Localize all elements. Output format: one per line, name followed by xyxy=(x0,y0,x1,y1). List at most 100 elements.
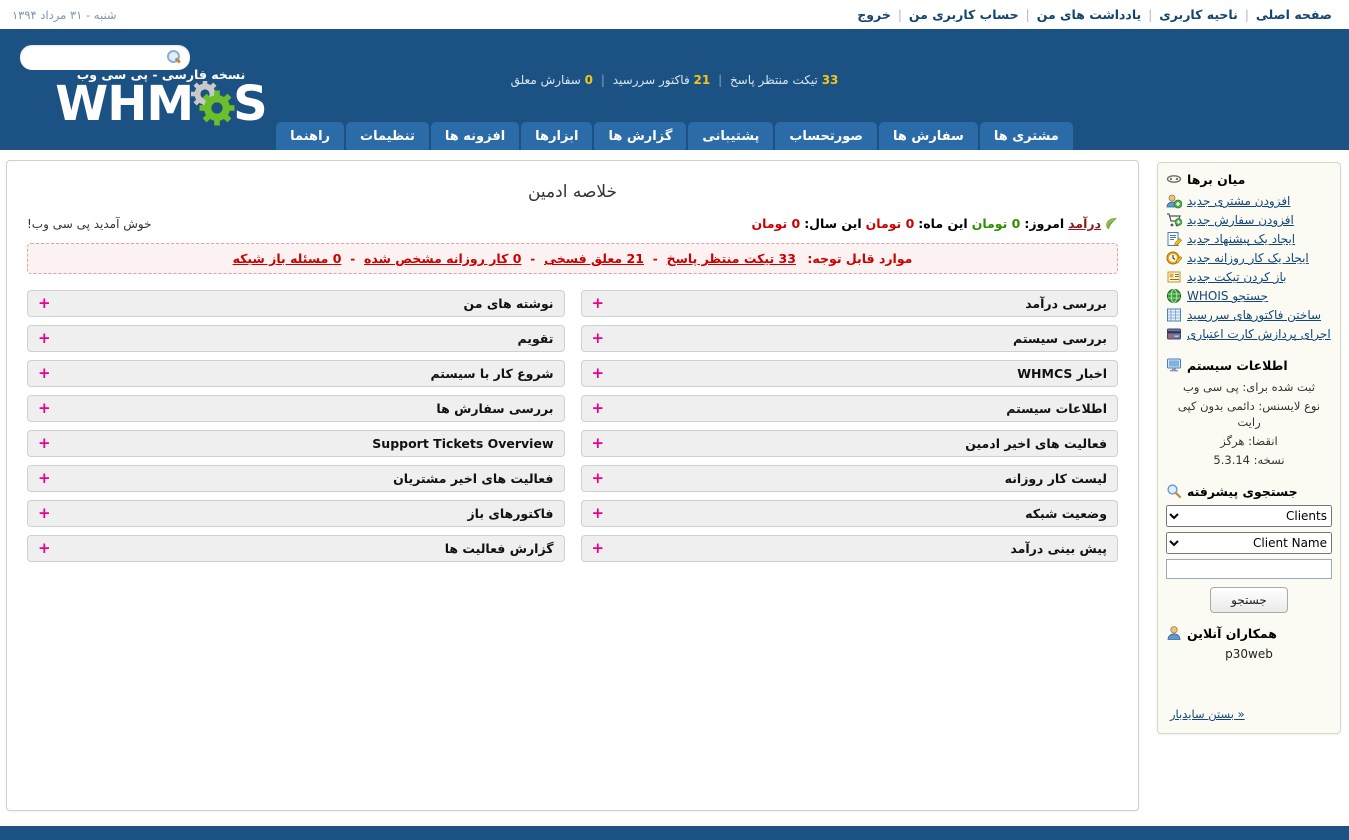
expand-icon[interactable]: + xyxy=(592,471,605,486)
expand-icon[interactable]: + xyxy=(38,436,51,451)
search-icon xyxy=(167,50,182,65)
search-field-select[interactable]: Client Name xyxy=(1166,532,1332,554)
widget-activity-report[interactable]: گزارش فعالیت ها + xyxy=(27,535,565,562)
list-item[interactable]: اجرای پردازش کارت اعتباری xyxy=(1166,326,1332,342)
advanced-search-actions: جستجو xyxy=(1166,587,1332,613)
expand-icon[interactable]: + xyxy=(38,471,51,486)
widget-network-status[interactable]: وضعیت شبکه + xyxy=(580,500,1118,527)
top-nav-separator: | xyxy=(1025,7,1030,22)
system-info-registered: ثبت شده برای: پی سی وب xyxy=(1183,380,1315,394)
widget-support-tickets-overview[interactable]: Support Tickets Overview + xyxy=(27,430,565,457)
sidebar-panel: میان برها افزودن مشتری جدید افزودن سفارش… xyxy=(1157,162,1341,734)
menu-item-orders[interactable]: سفارش ها xyxy=(878,122,978,150)
top-nav-client-area[interactable]: ناحیه کاربری xyxy=(1152,7,1245,22)
expand-icon[interactable]: + xyxy=(592,366,605,381)
site-header: 33 تیکت منتظر پاسخ | 21 فاکتور سررسید | … xyxy=(0,29,1349,128)
top-nav-separator: | xyxy=(1148,7,1153,22)
menu-item-support[interactable]: پشتیبانی xyxy=(688,122,774,150)
invoice-icon xyxy=(1166,307,1182,323)
widget-title: پیش بینی درآمد xyxy=(1010,541,1107,556)
widget-getting-started[interactable]: شروع کار با سیستم + xyxy=(27,360,565,387)
system-info-expiry: انقضا: هرگز xyxy=(1220,434,1278,448)
widget-recent-client-activity[interactable]: فعالیت های اخیر مشتریان + xyxy=(27,465,565,492)
sidebar: میان برها افزودن مشتری جدید افزودن سفارش… xyxy=(1149,150,1349,826)
top-nav-my-notes[interactable]: یادداشت های من xyxy=(1030,7,1149,22)
widget-calendar[interactable]: تقویم + xyxy=(27,325,565,352)
shortcut-add-client[interactable]: افزودن مشتری جدید xyxy=(1187,194,1290,208)
alert-item-todo[interactable]: 0 کار روزانه مشخص شده xyxy=(364,251,521,266)
expand-icon[interactable]: + xyxy=(592,401,605,416)
widget-title: Support Tickets Overview xyxy=(372,436,554,451)
expand-icon[interactable]: + xyxy=(38,331,51,346)
logo-wordmark: WHM S xyxy=(16,80,306,128)
menu-item-clients[interactable]: مشتری ها xyxy=(979,122,1073,150)
menu-item-addons[interactable]: افزونه ها xyxy=(430,122,520,150)
widget-income-overview[interactable]: بررسی درآمد + xyxy=(580,290,1118,317)
widgets-grid: بررسی درآمد + بررسی سیستم + اخبار WHMCS … xyxy=(27,290,1118,570)
top-nav-separator: | xyxy=(1244,7,1249,22)
expand-icon[interactable]: + xyxy=(592,331,605,346)
leaf-icon xyxy=(1105,217,1118,230)
advanced-search-input[interactable] xyxy=(1166,559,1332,579)
top-strip: صفحه اصلی | ناحیه کاربری | یادداشت های م… xyxy=(0,0,1349,29)
list-item[interactable]: جستجو WHOIS xyxy=(1166,288,1332,304)
shortcut-whois-lookup[interactable]: جستجو WHOIS xyxy=(1187,289,1268,303)
clock-icon xyxy=(1166,250,1182,266)
list-item[interactable]: ساختن فاکتورهای سررسید xyxy=(1166,307,1332,323)
top-nav-home[interactable]: صفحه اصلی xyxy=(1249,7,1339,22)
revenue-year-value: 0 تومان xyxy=(751,216,801,231)
search-button[interactable]: جستجو xyxy=(1210,587,1288,613)
shortcut-create-quote[interactable]: ایجاد یک پیشنهاد جدید xyxy=(1187,232,1295,246)
widget-orders-overview[interactable]: بررسی سفارش ها + xyxy=(27,395,565,422)
widget-open-invoices[interactable]: فاکتورهای باز + xyxy=(27,500,565,527)
expand-icon[interactable]: + xyxy=(38,541,51,556)
page-body: میان برها افزودن مشتری جدید افزودن سفارش… xyxy=(0,150,1349,826)
widget-title: گزارش فعالیت ها xyxy=(444,541,554,556)
revenue-link[interactable]: درآمد xyxy=(1068,216,1101,231)
expand-icon[interactable]: + xyxy=(38,366,51,381)
menu-item-setup[interactable]: تنظیمات xyxy=(346,122,429,150)
collapse-sidebar-link[interactable]: « بستن سایدبار xyxy=(1170,707,1245,721)
widget-income-forecast[interactable]: پیش بینی درآمد + xyxy=(580,535,1118,562)
expand-icon[interactable]: + xyxy=(38,506,51,521)
alert-item-pending-cancellations[interactable]: 21 معلق فسخی xyxy=(544,251,644,266)
top-nav-logout[interactable]: خروج xyxy=(850,7,898,22)
list-item[interactable]: افزودن سفارش جدید xyxy=(1166,212,1332,228)
menu-item-reports[interactable]: گزارش ها xyxy=(594,122,687,150)
shortcut-open-ticket[interactable]: باز کردن تیکت جدید xyxy=(1187,270,1286,284)
widget-system-information[interactable]: اطلاعات سیستم + xyxy=(580,395,1118,422)
widget-recent-admin-activity[interactable]: فعالیت های اخیر ادمین + xyxy=(580,430,1118,457)
expand-icon[interactable]: + xyxy=(38,401,51,416)
expand-icon[interactable]: + xyxy=(592,296,605,311)
widget-todo-list[interactable]: لیست کار روزانه + xyxy=(580,465,1118,492)
list-item[interactable]: ایجاد یک کار روزانه جدید xyxy=(1166,250,1332,266)
widget-system-overview[interactable]: بررسی سیستم + xyxy=(580,325,1118,352)
menu-item-billing[interactable]: صورتحساب xyxy=(775,122,877,150)
top-nav-my-account[interactable]: حساب کاربری من xyxy=(902,7,1026,22)
search-type-select[interactable]: Clients xyxy=(1166,505,1332,527)
widget-title: بررسی سیستم xyxy=(1013,331,1107,346)
expand-icon[interactable]: + xyxy=(592,436,605,451)
expand-icon[interactable]: + xyxy=(38,296,51,311)
list-item[interactable]: افزودن مشتری جدید xyxy=(1166,193,1332,209)
shortcut-run-cc-processing[interactable]: اجرای پردازش کارت اعتباری xyxy=(1187,327,1331,341)
shortcut-create-todo[interactable]: ایجاد یک کار روزانه جدید xyxy=(1187,251,1309,265)
expand-icon[interactable]: + xyxy=(592,541,605,556)
widget-title: اطلاعات سیستم xyxy=(1006,401,1107,416)
shortcut-generate-invoices[interactable]: ساختن فاکتورهای سررسید xyxy=(1187,308,1321,322)
widget-my-notes[interactable]: نوشته های من + xyxy=(27,290,565,317)
shortcut-add-order[interactable]: افزودن سفارش جدید xyxy=(1187,213,1294,227)
menu-item-utilities[interactable]: ابزارها xyxy=(521,122,593,150)
expand-icon[interactable]: + xyxy=(592,506,605,521)
widget-whmcs-news[interactable]: اخبار WHMCS + xyxy=(580,360,1118,387)
list-item[interactable]: ایجاد یک پیشنهاد جدید xyxy=(1166,231,1332,247)
online-staff-member: p30web xyxy=(1225,647,1273,661)
sidebar-advsearch-label: جستجوی پیشرفته xyxy=(1187,483,1298,499)
top-nav-separator: | xyxy=(897,7,902,22)
list-item[interactable]: باز کردن تیکت جدید xyxy=(1166,269,1332,285)
alert-item-network-issues[interactable]: 0 مسئله باز شبکه xyxy=(233,251,342,266)
content-box: خلاصه ادمین درآمد امروز: 0 تومان این ماه… xyxy=(6,160,1139,811)
alert-item-tickets[interactable]: 33 تیکت منتظر پاسخ xyxy=(667,251,796,266)
widget-title: وضعیت شبکه xyxy=(1025,506,1107,521)
search-input[interactable] xyxy=(13,49,167,66)
